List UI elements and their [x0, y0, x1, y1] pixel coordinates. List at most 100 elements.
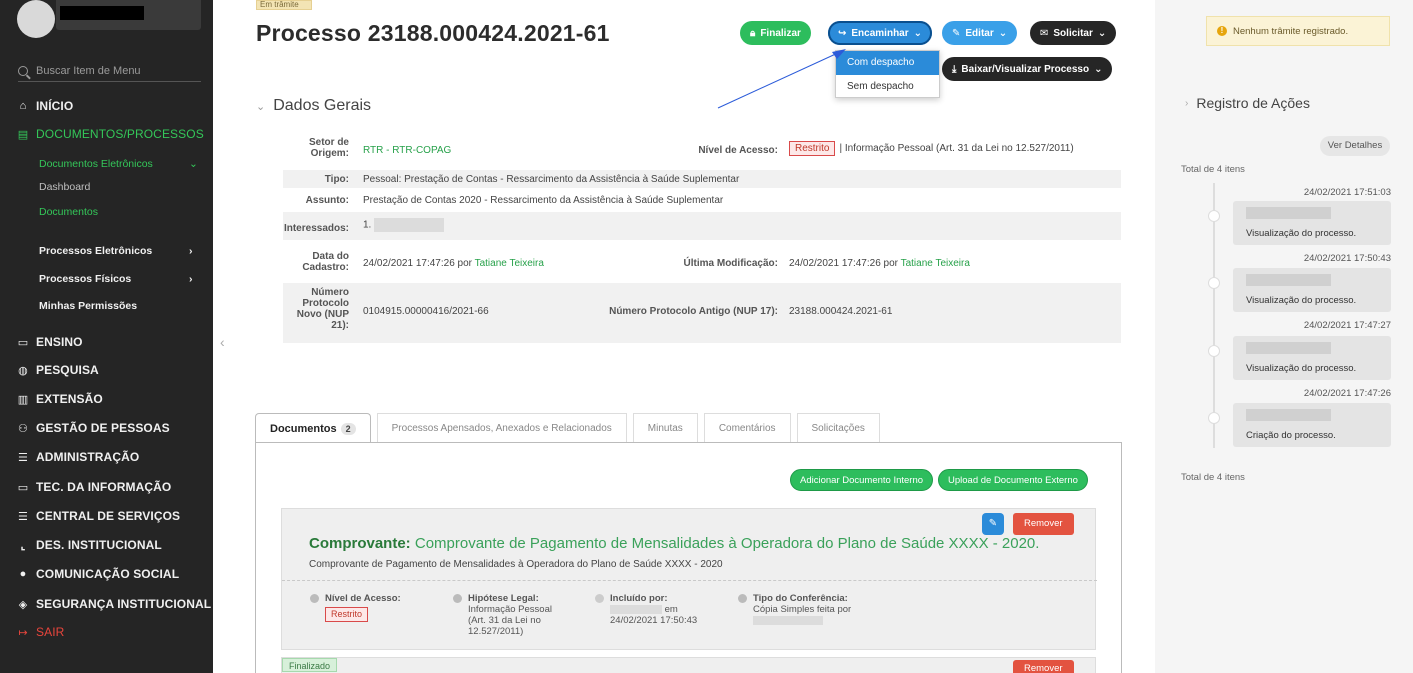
- redacted-name: [1246, 409, 1331, 421]
- logout-icon: ↦: [18, 626, 28, 639]
- message-icon: ✉: [1040, 27, 1049, 39]
- document-card: ✎ Remover Comprovante: Comprovante de Pa…: [281, 508, 1097, 650]
- sidebar-item-label: DES. INSTITUCIONAL: [36, 538, 162, 552]
- home-icon: ⌂: [19, 100, 27, 112]
- menu-item-com-despacho[interactable]: Com despacho: [836, 51, 939, 75]
- list-icon: ☰: [18, 451, 28, 464]
- sidebar-item-label: SEGURANÇA INSTITUCIONAL: [36, 597, 212, 611]
- sidebar-item-comunicacao-social[interactable]: ● COMUNICAÇÃO SOCIAL: [17, 567, 179, 581]
- sidebar-item-documentos-processos[interactable]: ▤ DOCUMENTOS/PROCESSOS: [17, 127, 204, 141]
- tab-processos-apensados[interactable]: Processos Apensados, Anexados e Relacion…: [376, 413, 627, 443]
- count-badge: 2: [340, 422, 356, 435]
- remove-button[interactable]: Remover: [1013, 513, 1074, 535]
- meta-tipo-conferencia: Tipo do Conferência: Cópia Simples feita…: [738, 593, 851, 626]
- right-panel: ! Nenhum trâmite registrado. › Registro …: [1155, 0, 1413, 673]
- setor-link[interactable]: RTR - RTR-COPAG: [363, 145, 451, 156]
- label-tipo: Tipo:: [324, 174, 349, 185]
- timeline-dot: [1208, 345, 1220, 357]
- row-setor: Setor de Origem: RTR - RTR-COPAG Nível d…: [283, 132, 1121, 168]
- chevron-down-icon: ⌄: [1094, 63, 1103, 75]
- sidebar-item-ensino[interactable]: ▭ ENSINO: [17, 335, 83, 349]
- alert-icon: !: [1217, 26, 1227, 36]
- sidebar-sub-minhas-permissoes[interactable]: Minhas Permissões: [39, 300, 137, 312]
- sidebar-item-label: DOCUMENTOS/PROCESSOS: [36, 127, 204, 141]
- sidebar-item-sair[interactable]: ↦ SAIR: [17, 625, 64, 639]
- collapse-sidebar-icon[interactable]: ‹: [220, 334, 225, 350]
- sidebar-sub-dashboard[interactable]: Dashboard: [39, 181, 90, 193]
- status-badge: Em trâmite: [256, 0, 312, 10]
- sidebar-sub-documentos-eletronicos[interactable]: Documentos Eletrônicos ⌄: [39, 158, 198, 170]
- remove-button[interactable]: Remover: [1013, 660, 1074, 673]
- menu-icon: ☰: [18, 510, 28, 523]
- redacted-name: [1246, 274, 1331, 286]
- sidebar-item-central-servicos[interactable]: ☰ CENTRAL DE SERVIÇOS: [17, 509, 180, 523]
- event-text: Criação do processo.: [1246, 430, 1336, 441]
- dados-gerais-header[interactable]: ⌄ Dados Gerais: [256, 97, 371, 115]
- section-title: Dados Gerais: [273, 97, 372, 114]
- row-interessados: Interessados: 1.: [283, 212, 1121, 240]
- chat-icon: ●: [19, 568, 27, 580]
- tab-minutas[interactable]: Minutas: [632, 413, 698, 443]
- label-protocolo-novo: Número Protocolo Novo (NUP 21):: [296, 287, 349, 331]
- sidebar-item-administracao[interactable]: ☰ ADMINISTRAÇÃO: [17, 450, 139, 464]
- avatar[interactable]: [17, 0, 55, 38]
- event-text: Visualização do processo.: [1246, 228, 1357, 239]
- event-time: 24/02/2021 17:50:43: [1303, 253, 1391, 264]
- finalizar-button[interactable]: 🔒︎ Finalizar: [740, 21, 811, 45]
- add-documento-interno-button[interactable]: Adicionar Documento Interno: [790, 469, 934, 491]
- chevron-down-icon: ⌄: [189, 158, 198, 170]
- search-icon: [18, 65, 28, 76]
- menu-item-sem-despacho[interactable]: Sem despacho: [836, 75, 939, 99]
- chevron-right-icon: ›: [1185, 97, 1189, 109]
- tab-documentos[interactable]: Documentos 2: [255, 413, 371, 443]
- label-assunto: Assunto:: [305, 195, 349, 206]
- encaminhar-dropdown: Com despacho Sem despacho: [835, 50, 940, 98]
- menu-search[interactable]: Buscar Item de Menu: [18, 60, 201, 82]
- document-title[interactable]: Comprovante: Comprovante de Pagamento de…: [309, 535, 1039, 552]
- tab-solicitacoes[interactable]: Solicitações: [796, 413, 880, 443]
- sidebar-item-pesquisa[interactable]: ◍ PESQUISA: [17, 363, 99, 377]
- search-placeholder: Buscar Item de Menu: [36, 64, 141, 77]
- sidebar-item-extensao[interactable]: ▥ EXTENSÃO: [17, 392, 103, 406]
- event-time: 24/02/2021 17:47:26: [1303, 388, 1391, 399]
- sidebar-item-gestao-pessoas[interactable]: ⚇ GESTÃO DE PESSOAS: [17, 421, 170, 435]
- tab-comentarios[interactable]: Comentários: [703, 413, 791, 443]
- upload-documento-externo-button[interactable]: Upload de Documento Externo: [938, 469, 1088, 491]
- value-nivel: Restrito | Informação Pessoal (Art. 31 da…: [789, 141, 1074, 156]
- sidebar-sub-label: Processos Físicos: [39, 273, 132, 285]
- app-window: Buscar Item de Menu ⌂ INÍCIO ▤ DOCUMENTO…: [0, 0, 1413, 673]
- ver-detalhes-button[interactable]: Ver Detalhes: [1320, 136, 1390, 156]
- sidebar-sub-processos-eletronicos[interactable]: Processos Eletrônicos ›: [39, 245, 193, 257]
- people-icon: ⚇: [18, 422, 28, 435]
- baixar-visualizar-button[interactable]: ⤓ Baixar/Visualizar Processo ⌄: [942, 57, 1113, 81]
- user-link[interactable]: Tatiane Teixeira: [901, 258, 970, 269]
- sidebar-item-tec-informacao[interactable]: ▭ TEC. DA INFORMAÇÃO: [17, 480, 172, 494]
- event-card: Criação do processo.: [1233, 403, 1391, 447]
- total-items: Total de 4 itens: [1181, 164, 1245, 175]
- encaminhar-button[interactable]: ↪ Encaminhar ⌄: [828, 21, 933, 45]
- monitor-icon: ▭: [17, 481, 29, 494]
- sidebar-sub-documentos[interactable]: Documentos: [39, 206, 98, 218]
- nivel-text: | Informação Pessoal (Art. 31 da Lei no …: [839, 143, 1074, 154]
- timeline-line: [1213, 183, 1215, 448]
- sidebar-item-des-institucional[interactable]: ⌞ DES. INSTITUCIONAL: [17, 538, 162, 552]
- total-items: Total de 4 itens: [1181, 472, 1245, 483]
- document-name: Comprovante de Pagamento de Mensalidades…: [414, 535, 1040, 552]
- editar-button[interactable]: ✎ Editar ⌄: [942, 21, 1018, 45]
- edit-icon[interactable]: ✎: [982, 513, 1004, 535]
- meta-heading: Incluído por:: [610, 593, 668, 604]
- solicitar-button[interactable]: ✉ Solicitar ⌄: [1030, 21, 1117, 45]
- meta-em: em: [664, 604, 678, 615]
- sidebar-item-label: COMUNICAÇÃO SOCIAL: [36, 567, 180, 581]
- sidebar-item-label: PESQUISA: [36, 363, 99, 377]
- sidebar-item-seguranca[interactable]: ◈ SEGURANÇA INSTITUCIONAL: [17, 597, 211, 611]
- sidebar-item-inicio[interactable]: ⌂ INÍCIO: [17, 99, 74, 113]
- label-setor: Setor de Origem:: [308, 137, 349, 159]
- row-tipo: Tipo: Pessoal: Prestação de Contas - Res…: [283, 170, 1121, 188]
- sidebar-sub-processos-fisicos[interactable]: Processos Físicos ›: [39, 273, 193, 285]
- meta-line: (Art. 31 da Lei no: [468, 615, 541, 626]
- meta-line: 24/02/2021 17:50:43: [610, 615, 698, 626]
- user-link[interactable]: Tatiane Teixeira: [475, 258, 544, 269]
- registro-acoes-header[interactable]: › Registro de Ações: [1185, 95, 1310, 111]
- chevron-right-icon: ›: [189, 273, 193, 285]
